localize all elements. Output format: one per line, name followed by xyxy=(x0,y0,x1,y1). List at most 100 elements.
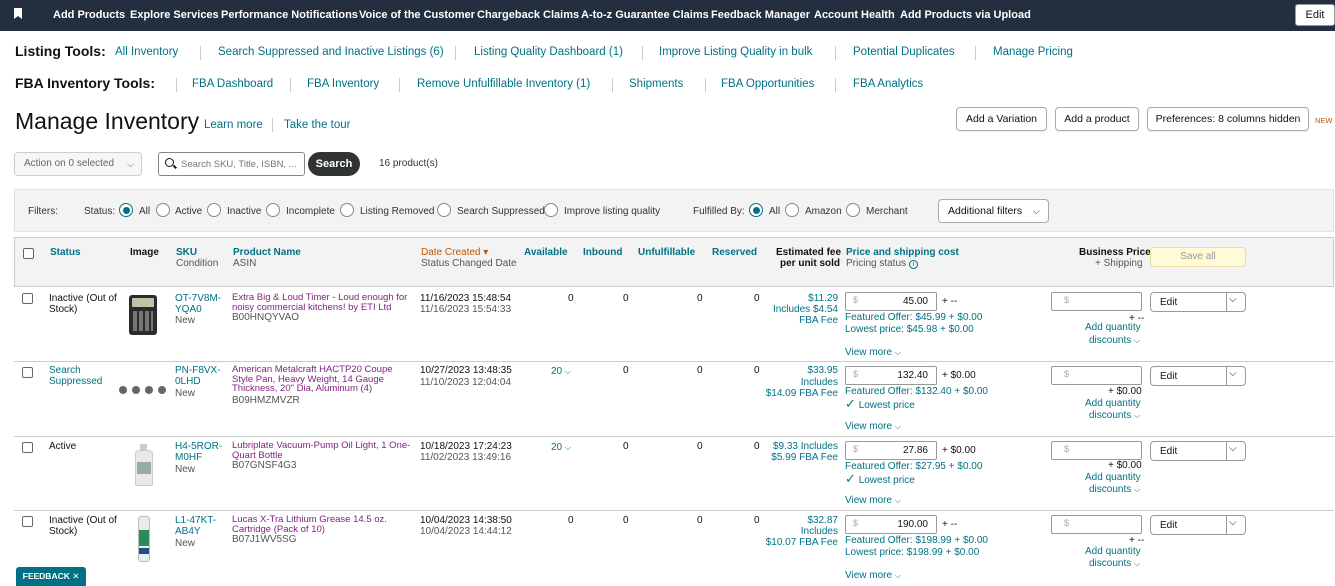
status-radio-search-suppressed[interactable] xyxy=(437,203,451,217)
featured-offer[interactable]: Featured Offer: $45.99 + $0.00 xyxy=(845,312,982,323)
info-icon[interactable]: i xyxy=(908,260,918,269)
search-input[interactable] xyxy=(181,156,301,172)
header-sku[interactable]: SKU xyxy=(176,247,197,258)
edit-nav-button[interactable]: Edit xyxy=(1295,4,1335,26)
link-shipments[interactable]: Shipments xyxy=(629,78,683,90)
row-fee-line1[interactable]: $11.29 xyxy=(808,293,838,304)
view-more-link[interactable]: View more ⌵ xyxy=(845,570,901,581)
row-sku[interactable]: H4-5ROR-M0HF xyxy=(175,441,227,463)
edit-button[interactable]: Edit xyxy=(1160,297,1177,308)
row-fee-line3[interactable]: $14.09 FBA Fee xyxy=(766,388,838,399)
status-radio-active[interactable] xyxy=(156,203,170,217)
link-fba-inventory[interactable]: FBA Inventory xyxy=(307,78,379,90)
product-name-link[interactable]: Extra Big & Loud Timer - Loud enough for… xyxy=(232,293,412,312)
fulfilled-radio-all[interactable] xyxy=(749,203,763,217)
edit-button[interactable]: Edit xyxy=(1160,371,1177,382)
price-input[interactable]: $27.86 xyxy=(845,441,937,460)
discounts-link[interactable]: discounts ⌵ xyxy=(1089,335,1140,346)
link-fba-dashboard[interactable]: FBA Dashboard xyxy=(192,78,273,90)
fulfilled-radio-amazon[interactable] xyxy=(785,203,799,217)
price-input[interactable]: $190.00 xyxy=(845,515,937,534)
bookmark-icon[interactable] xyxy=(14,8,22,19)
header-price[interactable]: Price and shipping cost xyxy=(846,247,959,258)
view-more-link[interactable]: View more ⌵ xyxy=(845,347,901,358)
row-fee-line2[interactable]: Includes xyxy=(801,377,838,388)
row-fee-line3[interactable]: FBA Fee xyxy=(799,315,838,326)
link-fba-analytics[interactable]: FBA Analytics xyxy=(853,78,923,90)
add-quantity-discounts-link[interactable]: Add quantity xyxy=(1085,322,1141,333)
product-thumbnail[interactable] xyxy=(119,385,169,395)
row-fee-line1[interactable]: $33.95 xyxy=(807,365,838,376)
price-input[interactable]: $132.40 xyxy=(845,366,937,385)
row-sku[interactable]: PN-F8VX-0LHD xyxy=(175,365,227,387)
header-unfulfillable[interactable]: Unfulfillable xyxy=(638,247,695,258)
select-all-checkbox[interactable] xyxy=(23,248,34,259)
link-remove-unfulfillable[interactable]: Remove Unfulfillable Inventory (1) xyxy=(417,78,590,90)
product-name-link[interactable]: Lucas X-Tra Lithium Grease 14.5 oz. Cart… xyxy=(232,515,412,534)
featured-offer[interactable]: Featured Offer: $27.95 + $0.00 xyxy=(845,461,982,472)
preferences-button[interactable]: Preferences: 8 columns hidden xyxy=(1147,107,1309,131)
edit-split-button[interactable]: Edit ⌵ xyxy=(1150,441,1246,461)
header-status[interactable]: Status xyxy=(50,247,81,258)
discounts-link[interactable]: discounts ⌵ xyxy=(1089,410,1140,421)
nav-performance-notifications[interactable]: Performance Notifications xyxy=(221,9,358,21)
row-status[interactable]: Search Suppressed xyxy=(49,365,109,387)
lowest-price[interactable]: Lowest price: $45.98 + $0.00 xyxy=(845,324,974,335)
chevron-down-icon[interactable]: ⌵ xyxy=(1229,368,1237,379)
available-dropdown[interactable]: 20 ⌵ xyxy=(551,442,571,453)
bulk-action-dropdown[interactable]: Action on 0 selected ⌵ xyxy=(14,152,142,176)
nav-account-health[interactable]: Account Health xyxy=(814,9,895,21)
link-fba-opportunities[interactable]: FBA Opportunities xyxy=(721,78,814,90)
nav-voice-of-customer[interactable]: Voice of the Customer xyxy=(359,9,475,21)
learn-more-link[interactable]: Learn more xyxy=(204,119,263,131)
header-inbound[interactable]: Inbound xyxy=(583,247,622,258)
row-fee-line2[interactable]: Includes $4.54 xyxy=(773,304,838,315)
edit-split-button[interactable]: Edit ⌵ xyxy=(1150,515,1246,535)
fulfilled-radio-merchant[interactable] xyxy=(846,203,860,217)
row-fee-line1[interactable]: $32.87 xyxy=(807,515,838,526)
add-quantity-discounts-link[interactable]: Add quantity xyxy=(1085,472,1141,483)
chevron-down-icon[interactable]: ⌵ xyxy=(1229,517,1237,528)
save-all-button[interactable]: Save all xyxy=(1150,247,1246,267)
featured-offer[interactable]: Featured Offer: $198.99 + $0.00 xyxy=(845,535,988,546)
link-all-inventory[interactable]: All Inventory xyxy=(115,46,178,58)
header-date-created[interactable]: Date Created ▾ xyxy=(421,247,488,258)
link-manage-pricing[interactable]: Manage Pricing xyxy=(993,46,1073,58)
status-radio-all[interactable] xyxy=(119,203,133,217)
link-potential-duplicates[interactable]: Potential Duplicates xyxy=(853,46,955,58)
add-quantity-discounts-link[interactable]: Add quantity xyxy=(1085,546,1141,557)
header-product-name[interactable]: Product Name xyxy=(233,247,301,258)
chevron-down-icon[interactable]: ⌵ xyxy=(1229,294,1237,305)
business-price-input[interactable]: $ xyxy=(1051,366,1142,385)
nav-add-products[interactable]: Add Products xyxy=(53,9,125,21)
nav-explore-services[interactable]: Explore Services xyxy=(130,9,219,21)
available-dropdown[interactable]: 20 ⌵ xyxy=(551,366,571,377)
featured-offer[interactable]: Featured Offer: $132.40 + $0.00 xyxy=(845,386,988,397)
edit-split-button[interactable]: Edit ⌵ xyxy=(1150,366,1246,386)
edit-button[interactable]: Edit xyxy=(1160,520,1177,531)
link-listing-quality-dashboard[interactable]: Listing Quality Dashboard (1) xyxy=(474,46,623,58)
row-fee-line2[interactable]: Includes xyxy=(801,526,838,537)
link-search-suppressed[interactable]: Search Suppressed and Inactive Listings … xyxy=(218,46,444,58)
price-input[interactable]: $45.00 xyxy=(845,292,937,311)
header-reserved[interactable]: Reserved xyxy=(712,247,757,258)
view-more-link[interactable]: View more ⌵ xyxy=(845,495,901,506)
header-available[interactable]: Available xyxy=(524,247,568,258)
product-thumbnail[interactable] xyxy=(133,444,155,488)
nav-feedback-manager[interactable]: Feedback Manager xyxy=(711,9,810,21)
search-box[interactable] xyxy=(158,152,305,176)
additional-filters-dropdown[interactable]: Additional filters ⌵ xyxy=(938,199,1049,223)
product-thumbnail[interactable] xyxy=(135,516,153,562)
edit-split-button[interactable]: Edit ⌵ xyxy=(1150,292,1246,312)
row-checkbox[interactable] xyxy=(22,442,33,453)
business-price-input[interactable]: $ xyxy=(1051,441,1142,460)
row-fee-line3[interactable]: $10.07 FBA Fee xyxy=(766,537,838,548)
row-sku[interactable]: L1-47KT-AB4Y xyxy=(175,515,227,537)
lowest-price[interactable]: Lowest price: $198.99 + $0.00 xyxy=(845,547,979,558)
product-name-link[interactable]: American Metalcraft HACTP20 Coupe Style … xyxy=(232,365,416,394)
row-sku[interactable]: OT-7V8M-YQA0 xyxy=(175,293,227,315)
feedback-tab[interactable]: FEEDBACK ✕ xyxy=(16,567,86,586)
nav-chargeback-claims[interactable]: Chargeback Claims xyxy=(477,9,579,21)
search-button[interactable]: Search xyxy=(308,152,360,176)
business-price-input[interactable]: $ xyxy=(1051,515,1142,534)
